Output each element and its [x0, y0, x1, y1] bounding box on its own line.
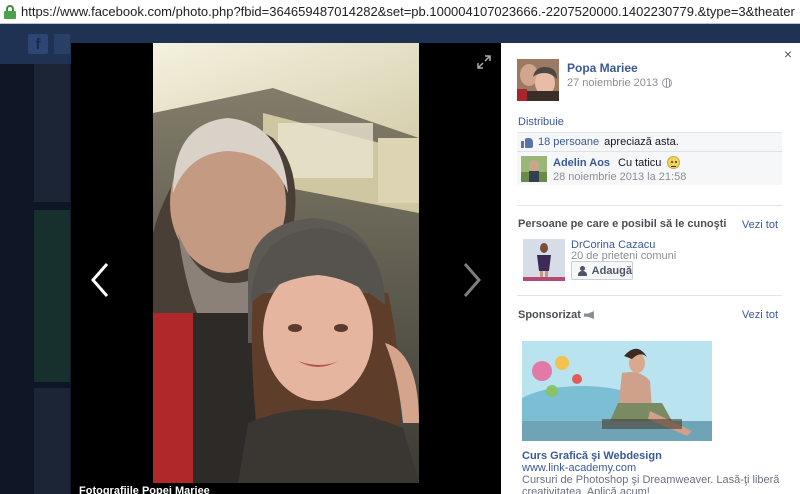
megaphone-icon	[583, 311, 594, 320]
sponsored-title-text: Sponsorizat	[518, 309, 581, 321]
feedback-box: 18 persoane apreciază asta. Adelin Aos C…	[517, 132, 782, 185]
likes-text: apreciază asta.	[604, 136, 679, 148]
likes-count-link[interactable]: 18 persoane	[538, 136, 599, 148]
commenter-name-link[interactable]: Adelin Aos	[553, 157, 610, 169]
globe-privacy-icon	[662, 78, 673, 88]
share-link[interactable]: Distribuie	[518, 116, 564, 128]
ad-image[interactable]	[522, 341, 712, 441]
post-date-text[interactable]: 27 noiembrie 2013	[567, 77, 658, 89]
likes-row: 18 persoane apreciază asta.	[517, 133, 782, 152]
add-friend-button[interactable]: Adaugă	[571, 261, 633, 280]
photo-image	[153, 43, 419, 483]
thumbs-up-icon	[521, 136, 533, 148]
previous-photo-arrow-icon[interactable]	[85, 260, 115, 300]
facebook-logo-icon: f	[28, 34, 48, 54]
smiley-emoticon-icon	[667, 156, 680, 169]
suggested-person-avatar[interactable]	[523, 239, 565, 281]
main-photo[interactable]	[153, 43, 419, 483]
fullscreen-expand-icon[interactable]	[477, 55, 491, 69]
photo-side-panel: × Popa Mariee 27 noiembrie 2013 Distribu…	[501, 43, 800, 494]
pymk-title: Persoane pe care e posibil să le cunoşti	[518, 218, 727, 230]
post-date[interactable]: 27 noiembrie 2013	[567, 77, 673, 89]
section-divider	[517, 295, 782, 296]
album-caption[interactable]: Fotografiile Popei Mariee	[79, 485, 210, 494]
commenter-avatar[interactable]	[521, 156, 547, 182]
ad-description: Cursuri de Photoshop şi Dreamweaver. Las…	[522, 474, 780, 494]
search-box-dimmed	[54, 34, 70, 54]
author-name-link[interactable]: Popa Mariee	[567, 61, 638, 75]
url-text[interactable]: https://www.facebook.com/photo.php?fbid=…	[21, 4, 795, 19]
close-icon[interactable]: ×	[784, 47, 792, 61]
comment-timestamp[interactable]: 28 noiembrie 2013 la 21:58	[553, 171, 686, 183]
add-friend-label: Adaugă	[591, 264, 632, 277]
comment-text: Cu taticu	[618, 157, 662, 169]
comment-item: Adelin Aos Cu taticu 28 noiembrie 2013 l…	[517, 152, 782, 185]
author-avatar[interactable]	[517, 59, 559, 101]
ad-url-link[interactable]: www.link-academy.com	[522, 462, 636, 474]
add-friend-icon	[578, 265, 588, 276]
section-divider	[517, 205, 782, 206]
ad-title-link[interactable]: Curs Grafică şi Webdesign	[522, 450, 662, 462]
sponsored-title: Sponsorizat	[518, 309, 594, 321]
background-tile	[34, 64, 70, 202]
lock-icon	[4, 4, 16, 19]
browser-url-bar[interactable]: https://www.facebook.com/photo.php?fbid=…	[0, 0, 800, 24]
sponsored-see-all-link[interactable]: Vezi tot	[742, 309, 778, 321]
background-tile	[34, 210, 70, 382]
pymk-see-all-link[interactable]: Vezi tot	[742, 219, 778, 231]
background-tile	[34, 388, 70, 494]
photo-stage: Fotografiile Popei Mariee	[71, 43, 501, 494]
next-photo-arrow-icon[interactable]	[457, 260, 487, 300]
